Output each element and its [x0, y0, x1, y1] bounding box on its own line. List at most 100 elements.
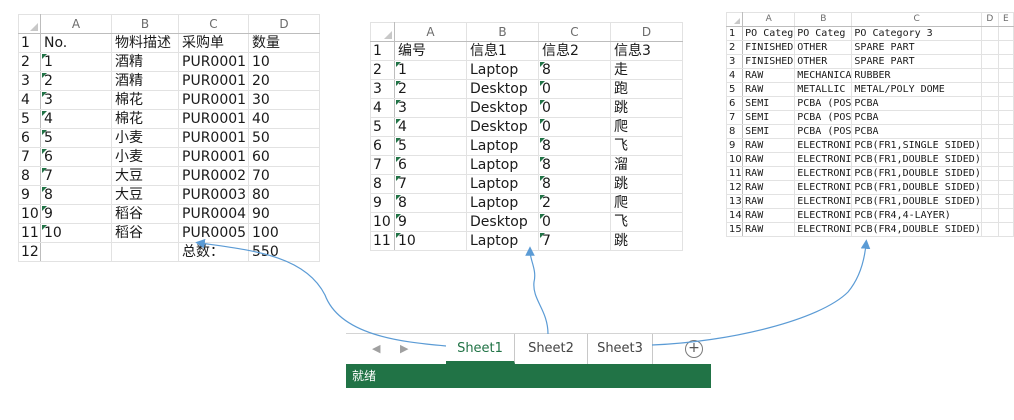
- cell-a[interactable]: 3: [40, 90, 112, 110]
- row-header[interactable]: 11: [370, 231, 395, 251]
- cell-b[interactable]: METALLIC: [794, 82, 853, 97]
- column-header[interactable]: E: [997, 12, 1014, 27]
- row-header[interactable]: 7: [370, 155, 395, 175]
- cell-b[interactable]: [111, 242, 179, 262]
- cell-a[interactable]: No.: [40, 33, 112, 53]
- cell-d[interactable]: 走: [610, 60, 683, 80]
- chevron-left-icon[interactable]: ◀: [372, 342, 380, 355]
- cell-a[interactable]: RAW: [742, 152, 796, 167]
- cell-d[interactable]: [980, 138, 999, 153]
- cell-d[interactable]: 70: [248, 166, 320, 186]
- cell-c[interactable]: PUR0001: [178, 71, 249, 91]
- cell-a[interactable]: 9: [40, 204, 112, 224]
- cell-b[interactable]: OTHER: [794, 54, 853, 69]
- cell-c[interactable]: PO Category 3: [851, 26, 982, 41]
- cell-a[interactable]: FINISHED: [742, 40, 796, 55]
- tab-sheet3[interactable]: Sheet3: [588, 334, 653, 364]
- cell-a[interactable]: 2: [394, 79, 467, 99]
- cell-b[interactable]: Desktop: [466, 212, 539, 232]
- cell-c[interactable]: 0: [538, 117, 611, 137]
- row-header[interactable]: 5: [725, 82, 744, 97]
- cell-b[interactable]: 大豆: [111, 166, 179, 186]
- cell-b[interactable]: 稻谷: [111, 223, 179, 243]
- chevron-right-icon[interactable]: ▶: [400, 342, 408, 355]
- cell-c[interactable]: PCB(FR1,DOUBLE SIDED): [851, 166, 982, 181]
- column-header[interactable]: B: [111, 14, 179, 34]
- cell-b[interactable]: PCBA (POS: [794, 110, 853, 125]
- cell-d[interactable]: 数量: [248, 33, 320, 53]
- cell-a[interactable]: 9: [394, 212, 467, 232]
- row-header[interactable]: 8: [18, 166, 41, 186]
- cell-a[interactable]: 6: [40, 147, 112, 167]
- cell-a[interactable]: 3: [394, 98, 467, 118]
- row-header[interactable]: 8: [370, 174, 395, 194]
- cell-d[interactable]: [980, 152, 999, 167]
- cell-b[interactable]: OTHER: [794, 40, 853, 55]
- cell-b[interactable]: 酒精: [111, 52, 179, 72]
- add-sheet-icon[interactable]: +: [685, 340, 703, 358]
- cell-c[interactable]: 采购单: [178, 33, 249, 53]
- column-header[interactable]: A: [742, 12, 796, 27]
- cell-b[interactable]: Laptop: [466, 174, 539, 194]
- cell-c[interactable]: 0: [538, 79, 611, 99]
- cell-d[interactable]: 跳: [610, 231, 683, 251]
- column-header[interactable]: B: [466, 22, 539, 42]
- cell-c[interactable]: PCB(FR1,DOUBLE SIDED): [851, 180, 982, 195]
- cell-c[interactable]: 8: [538, 174, 611, 194]
- tab-sheet1[interactable]: Sheet1: [446, 334, 515, 364]
- cell-b[interactable]: ELECTRONI: [794, 180, 853, 195]
- cell-d[interactable]: [980, 54, 999, 69]
- cell-a[interactable]: 10: [394, 231, 467, 251]
- cell-a[interactable]: 8: [394, 193, 467, 213]
- tab-sheet2[interactable]: Sheet2: [515, 334, 588, 364]
- row-header[interactable]: 3: [725, 54, 744, 69]
- cell-c[interactable]: PCBA: [851, 124, 982, 139]
- row-header[interactable]: 6: [18, 128, 41, 148]
- cell-b[interactable]: ELECTRONI: [794, 152, 853, 167]
- row-header[interactable]: 5: [370, 117, 395, 137]
- cell-b[interactable]: Desktop: [466, 98, 539, 118]
- cell-a[interactable]: 10: [40, 223, 112, 243]
- column-header[interactable]: C: [851, 12, 982, 27]
- cell-e[interactable]: [997, 26, 1014, 41]
- cell-d[interactable]: 跳: [610, 174, 683, 194]
- cell-c[interactable]: 8: [538, 60, 611, 80]
- cell-a[interactable]: PO Categ: [742, 26, 796, 41]
- row-header[interactable]: 12: [18, 242, 41, 262]
- row-header[interactable]: 12: [725, 180, 744, 195]
- row-header[interactable]: 2: [370, 60, 395, 80]
- cell-b[interactable]: 稻谷: [111, 204, 179, 224]
- cell-c[interactable]: 0: [538, 212, 611, 232]
- cell-c[interactable]: 2: [538, 193, 611, 213]
- cell-b[interactable]: ELECTRONI: [794, 138, 853, 153]
- cell-d[interactable]: 跳: [610, 98, 683, 118]
- row-header[interactable]: 1: [370, 41, 395, 61]
- row-header[interactable]: 3: [18, 71, 41, 91]
- cell-e[interactable]: [997, 110, 1014, 125]
- cell-d[interactable]: 跑: [610, 79, 683, 99]
- cell-e[interactable]: [997, 180, 1014, 195]
- cell-c[interactable]: PCB(FR4,DOUBLE SIDED): [851, 222, 982, 237]
- cell-d[interactable]: 60: [248, 147, 320, 167]
- cell-b[interactable]: 棉花: [111, 109, 179, 129]
- cell-d[interactable]: 30: [248, 90, 320, 110]
- cell-d[interactable]: 飞: [610, 136, 683, 156]
- cell-d[interactable]: [980, 68, 999, 83]
- row-header[interactable]: 9: [18, 185, 41, 205]
- cell-e[interactable]: [997, 166, 1014, 181]
- cell-b[interactable]: ELECTRONI: [794, 208, 853, 223]
- cell-e[interactable]: [997, 82, 1014, 97]
- cell-d[interactable]: 爬: [610, 193, 683, 213]
- cell-a[interactable]: 7: [40, 166, 112, 186]
- row-header[interactable]: 1: [725, 26, 744, 41]
- row-header[interactable]: 11: [18, 223, 41, 243]
- select-all-corner[interactable]: [725, 12, 744, 27]
- cell-c[interactable]: PUR0004: [178, 204, 249, 224]
- cell-c[interactable]: SPARE PART: [851, 54, 982, 69]
- row-header[interactable]: 10: [370, 212, 395, 232]
- cell-a[interactable]: RAW: [742, 68, 796, 83]
- cell-c[interactable]: 0: [538, 98, 611, 118]
- cell-b[interactable]: ELECTRONI: [794, 166, 853, 181]
- cell-c[interactable]: RUBBER: [851, 68, 982, 83]
- cell-d[interactable]: 90: [248, 204, 320, 224]
